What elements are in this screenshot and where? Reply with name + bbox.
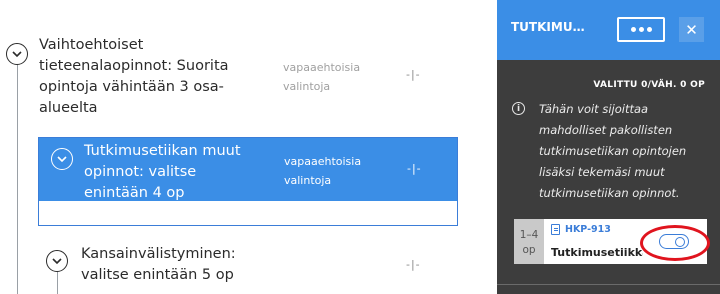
module-title-line: Kansainvälistyminen: xyxy=(81,246,236,262)
module-optional-tag: vapaaehtoisia valintoja xyxy=(284,152,361,190)
selected-module-header[interactable]: Tutkimusetiikan muut opinnot: valitse en… xyxy=(39,138,457,201)
selection-side-panel: TUTKIMUSETII... ✕ VALITTU 0/VÄH. 0 OP i … xyxy=(497,0,720,294)
close-icon: ✕ xyxy=(685,20,698,39)
course-credits: 1–4 op xyxy=(514,219,544,264)
selected-module-title: Tutkimusetiikan muut opinnot: valitse en… xyxy=(84,141,241,204)
toggle-knob xyxy=(675,236,685,247)
course-name: Tutkimusetiikka xyxy=(551,246,643,259)
info-text: Tähän voit sijoittaa mahdolliset pakolli… xyxy=(539,102,687,200)
more-dots-icon xyxy=(630,27,636,32)
module-credits: -|- xyxy=(407,162,422,175)
collapse-group-button[interactable] xyxy=(6,43,28,65)
tree-connector-line xyxy=(17,64,18,294)
collapse-next-module-button[interactable] xyxy=(46,250,68,272)
module-title-line: enintään 4 op xyxy=(84,185,185,201)
module-title-line: opinnot: valitse xyxy=(84,164,197,180)
course-credits-range: 1–4 xyxy=(519,229,539,241)
panel-title: TUTKIMUSETII... xyxy=(511,20,591,34)
more-options-button[interactable] xyxy=(617,17,665,42)
course-credits-unit: op xyxy=(522,244,536,256)
tag-line: vapaaehtoisia xyxy=(284,155,362,168)
collapse-module-button[interactable] xyxy=(51,148,73,170)
chevron-down-icon xyxy=(12,51,22,58)
group-title-line: alueelta xyxy=(39,100,98,116)
chevron-down-icon xyxy=(57,156,67,163)
module-title-line: Tutkimusetiikan muut xyxy=(84,143,241,159)
selected-module-card[interactable]: Tutkimusetiikan muut opinnot: valitse en… xyxy=(38,137,458,226)
more-dots-icon xyxy=(646,27,652,32)
close-panel-button[interactable]: ✕ xyxy=(679,17,704,42)
group-optional-tag: vapaaehtoisia valintoja xyxy=(283,58,360,96)
group-title-line: tieteenalaopinnot: Suorita xyxy=(39,58,229,74)
group-title-line: opintoja vähintään 3 osa- xyxy=(39,79,224,95)
tag-line: vapaaehtoisia xyxy=(283,61,361,74)
tree-connector-line xyxy=(57,271,58,294)
selected-credits-summary: VALITTU 0/VÄH. 0 OP xyxy=(593,80,705,90)
course-code[interactable]: HKP-913 xyxy=(565,224,611,235)
tag-line: valintoja xyxy=(283,80,331,93)
panel-header: TUTKIMUSETII... ✕ xyxy=(497,0,720,60)
next-module-credits: -|- xyxy=(406,258,421,271)
next-module-title: Kansainvälistyminen: valitse enintään 5 … xyxy=(81,244,236,286)
chevron-down-icon xyxy=(52,258,62,265)
info-icon: i xyxy=(512,102,525,115)
panel-divider xyxy=(497,284,720,285)
course-select-toggle[interactable] xyxy=(659,234,689,249)
module-title-line: valitse enintään 5 op xyxy=(81,267,234,283)
group-title: Vaihtoehtoiset tieteenalaopinnot: Suorit… xyxy=(39,35,229,119)
more-dots-icon xyxy=(638,27,644,32)
tag-line: valintoja xyxy=(284,174,332,187)
group-credits: -|- xyxy=(406,68,421,81)
course-card[interactable]: 1–4 op HKP-913 Tutkimusetiikka xyxy=(514,219,707,264)
group-title-line: Vaihtoehtoiset xyxy=(39,37,144,53)
document-icon xyxy=(551,224,560,235)
